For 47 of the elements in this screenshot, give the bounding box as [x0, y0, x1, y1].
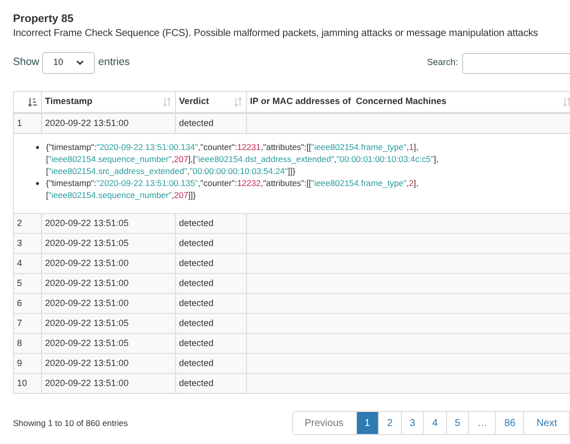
search-field[interactable] [462, 52, 570, 74]
table-cell-text: 2020-09-22 13:51:00 [45, 356, 129, 370]
property-title: Property 85 [13, 12, 75, 26]
table-cell-text: 2020-09-22 13:51:00 [45, 116, 129, 130]
table-cell-text: 4 [17, 256, 22, 270]
table-cell-text: 2020-09-22 13:51:00 [45, 256, 129, 270]
bullet-icon [36, 146, 39, 149]
table-cell-text: 7 [17, 316, 22, 330]
search-label: Search: [426, 56, 458, 70]
column-header[interactable]: Timestamp [42, 92, 176, 112]
table-cell-text: 2020-09-22 13:51:05 [45, 216, 129, 230]
show-label: Show [13, 55, 40, 70]
table-cell-text: detected [179, 336, 214, 350]
table-cell-text: 2020-09-22 13:51:05 [45, 336, 129, 350]
table-cell-text: 2020-09-22 13:51:05 [45, 316, 129, 330]
table-cell-text: 2020-09-22 13:51:00 [45, 376, 129, 390]
table-cell-text: 6 [17, 296, 22, 310]
table-cell-text: 3 [17, 236, 22, 250]
json-record: {"timestamp":"2020-09-22 13:51:00.134","counter":12231,"attributes":[["ieee802154.frame_type",1], ["ieee802154.sequence_number",207],["ieee802154.dst_address_extended","00:00:01:00:10:03:4c:c5"], ["ieee802154.src_address_extended","00:00:00:00:10:03:54:24"]]} [46, 141, 438, 177]
entries-select[interactable]: 10 [42, 52, 96, 74]
table-cell-text: detected [179, 236, 214, 250]
table-cell-text: detected [179, 376, 214, 390]
table-cell-text: 10 [17, 376, 28, 390]
table-cell-text: 2 [17, 216, 22, 230]
column-header[interactable]: Verdict [176, 92, 247, 112]
chevron-down-icon [76, 60, 84, 66]
table-cell-text: detected [179, 356, 214, 370]
column-header[interactable]: IP or MAC addresses of Concerned Machines [247, 92, 570, 112]
table-cell-text: 9 [17, 356, 22, 370]
table-cell-text: 2020-09-22 13:51:00 [45, 276, 129, 290]
page-button[interactable]: 1 [356, 412, 378, 434]
table-cell-text: 1 [17, 116, 22, 130]
table-cell-text: detected [179, 256, 214, 270]
property-description: Incorrect Frame Check Sequence (FCS). Possible malformed packets, jamming attacks or message manipulation attacks [13, 27, 540, 41]
table-cell-text: 8 [17, 336, 22, 350]
entries-label: entries [98, 55, 130, 70]
bullet-icon [36, 182, 39, 185]
table-cell-text: 2020-09-22 13:51:00 [45, 296, 129, 310]
entries-info: Showing 1 to 10 of 860 entries [13, 416, 128, 430]
json-record: {"timestamp":"2020-09-22 13:51:00.135","counter":12232,"attributes":[["ieee802154.frame_type",2], ["ieee802154.sequence_number",207]]} [46, 177, 418, 201]
table-cell-text: 5 [17, 276, 22, 290]
table-cell-text: detected [179, 316, 214, 330]
table-cell-text: detected [179, 296, 214, 310]
table-cell-text: detected [179, 216, 214, 230]
table-cell-text: 2020-09-22 13:51:05 [45, 236, 129, 250]
table-cell-text: detected [179, 116, 214, 130]
table-cell-text: detected [179, 276, 214, 290]
